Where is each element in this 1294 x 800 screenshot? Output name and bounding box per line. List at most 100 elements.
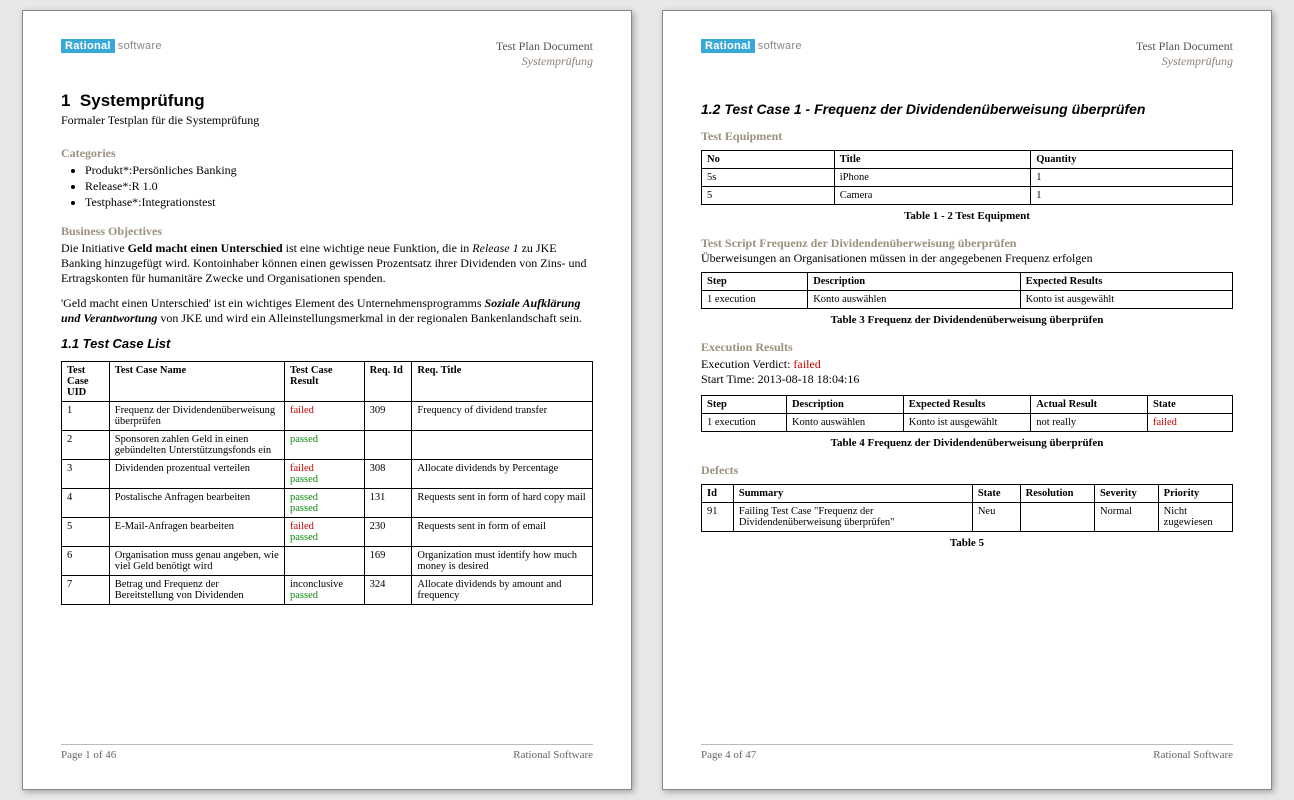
cell-uid: 5 xyxy=(62,518,110,547)
categories-label: Categories xyxy=(61,146,593,161)
doc-subtitle: Systemprüfung xyxy=(496,54,593,69)
th-state: State xyxy=(972,485,1020,503)
doc-title: Test Plan Document xyxy=(1136,39,1233,54)
cell-reqtitle: Requests sent in form of hard copy mail xyxy=(412,489,593,518)
category-item: Release*:R 1.0 xyxy=(85,179,593,194)
cell-name: Frequenz der Dividendenüberweisung überp… xyxy=(109,402,284,431)
footer-company: Rational Software xyxy=(513,749,593,761)
footer-page-no: Page 4 of 47 xyxy=(701,749,756,761)
th-reqtitle: Req. Title xyxy=(412,362,593,402)
result-failed: failed xyxy=(290,521,314,532)
cell-qty: 1 xyxy=(1031,169,1233,187)
test-script-label: Test Script Frequenz der Dividendenüberw… xyxy=(701,236,1016,250)
th-desc: Description xyxy=(786,396,903,414)
cell-reqid: 309 xyxy=(364,402,412,431)
result-passed: passed xyxy=(290,474,318,485)
cell-name: Sponsoren zahlen Geld in einen gebündelt… xyxy=(109,431,284,460)
th-reqid: Req. Id xyxy=(364,362,412,402)
cell-exp: Konto ist ausgewählt xyxy=(1020,291,1232,309)
th-title: Title xyxy=(834,151,1030,169)
cell-step: 1 execution xyxy=(702,291,808,309)
th-exp: Expected Results xyxy=(903,396,1030,414)
doc-subtitle: Systemprüfung xyxy=(1136,54,1233,69)
start-time: Start Time: 2013-08-18 18:04:16 xyxy=(701,372,859,386)
cell-title: Camera xyxy=(834,187,1030,205)
th-state: State xyxy=(1148,396,1233,414)
section-no: 1 xyxy=(61,91,70,110)
cell-reqid xyxy=(364,431,412,460)
logo-right: software xyxy=(115,39,165,53)
cell-desc: Konto auswählen xyxy=(786,414,903,432)
category-item: Testphase*:Integrationstest xyxy=(85,195,593,210)
logo-left: Rational xyxy=(701,39,755,53)
cell-name: Postalische Anfragen bearbeiten xyxy=(109,489,284,518)
bo-paragraph-2: 'Geld macht einen Unterschied' ist ein w… xyxy=(61,296,593,326)
cell-reqid: 169 xyxy=(364,547,412,576)
test-script-block: Test Script Frequenz der Dividendenüberw… xyxy=(701,236,1233,266)
defects-label: Defects xyxy=(701,463,1233,478)
th-no: No xyxy=(702,151,835,169)
th-step: Step xyxy=(702,396,787,414)
cell-uid: 2 xyxy=(62,431,110,460)
section-heading: 1 Systemprüfung xyxy=(61,91,593,111)
logo-right: software xyxy=(755,39,805,53)
header-right: Test Plan Document Systemprüfung xyxy=(1136,39,1233,69)
th-severity: Severity xyxy=(1094,485,1158,503)
page-footer: Page 4 of 47 Rational Software xyxy=(701,744,1233,761)
table-row: 1 executionKonto auswählenKonto ist ausg… xyxy=(702,291,1233,309)
table-header-row: Test Case UID Test Case Name Test Case R… xyxy=(62,362,593,402)
execution-results-label: Execution Results xyxy=(701,340,1233,355)
cell-desc: Konto auswählen xyxy=(808,291,1020,309)
cell-result: inconclusivepassed xyxy=(285,576,365,605)
execution-verdict: Execution Verdict: failed Start Time: 20… xyxy=(701,357,1233,387)
cell-uid: 7 xyxy=(62,576,110,605)
result-passed: passed xyxy=(290,532,318,543)
cell-qty: 1 xyxy=(1031,187,1233,205)
table-header-row: Step Description Expected Results xyxy=(702,273,1233,291)
th-result: Test Case Result xyxy=(285,362,365,402)
cell-result: passed xyxy=(285,431,365,460)
categories-list: Produkt*:Persönliches Banking Release*:R… xyxy=(85,163,593,210)
cell-reqtitle xyxy=(412,431,593,460)
table-row: 7Betrag und Frequenz der Bereitstellung … xyxy=(62,576,593,605)
cell-reqid: 131 xyxy=(364,489,412,518)
cell-reqid: 324 xyxy=(364,576,412,605)
defects-table: Id Summary State Resolution Severity Pri… xyxy=(701,484,1233,532)
cell-resolution xyxy=(1020,503,1094,532)
test-case-list-table: Test Case UID Test Case Name Test Case R… xyxy=(61,361,593,605)
result-failed: failed xyxy=(290,463,314,474)
page-header: Rational software Test Plan Document Sys… xyxy=(701,39,1233,69)
cell-name: Organisation muss genau angeben, wie vie… xyxy=(109,547,284,576)
test-case-heading: 1.2 Test Case 1 - Frequenz der Dividende… xyxy=(701,101,1233,117)
table-caption: Table 3 Frequenz der Dividendenüberweisu… xyxy=(701,314,1233,326)
th-act: Actual Result xyxy=(1031,396,1148,414)
table-row: 5E-Mail-Anfragen bearbeitenfailedpassed2… xyxy=(62,518,593,547)
cell-no: 5 xyxy=(702,187,835,205)
cell-step: 1 execution xyxy=(702,414,787,432)
table-row: 5siPhone1 xyxy=(702,169,1233,187)
result-failed: failed xyxy=(290,405,314,416)
cell-exp: Konto ist ausgewählt xyxy=(903,414,1030,432)
bo-paragraph-1: Die Initiative Geld macht einen Untersch… xyxy=(61,241,593,286)
result-passed: passed xyxy=(290,503,318,514)
table-caption: Table 1 - 2 Test Equipment xyxy=(701,210,1233,222)
th-qty: Quantity xyxy=(1031,151,1233,169)
business-objectives-label: Business Objectives xyxy=(61,224,593,239)
table-row: 1 executionKonto auswählenKonto ist ausg… xyxy=(702,414,1233,432)
th-priority: Priority xyxy=(1158,485,1232,503)
th-uid: Test Case UID xyxy=(62,362,110,402)
cell-act: not really xyxy=(1031,414,1148,432)
verdict-value: failed xyxy=(793,357,820,371)
logo-left: Rational xyxy=(61,39,115,53)
result-passed: passed xyxy=(290,492,318,503)
th-desc: Description xyxy=(808,273,1020,291)
page-body: 1 Systemprüfung Formaler Testplan für di… xyxy=(61,91,593,744)
cell-reqtitle: Requests sent in form of email xyxy=(412,518,593,547)
logo: Rational software xyxy=(701,39,805,53)
cell-name: E-Mail-Anfragen bearbeiten xyxy=(109,518,284,547)
section-title: Systemprüfung xyxy=(80,91,205,110)
th-name: Test Case Name xyxy=(109,362,284,402)
verdict-label: Execution Verdict: xyxy=(701,357,793,371)
footer-page-no: Page 1 of 46 xyxy=(61,749,116,761)
cell-result: failed xyxy=(285,402,365,431)
